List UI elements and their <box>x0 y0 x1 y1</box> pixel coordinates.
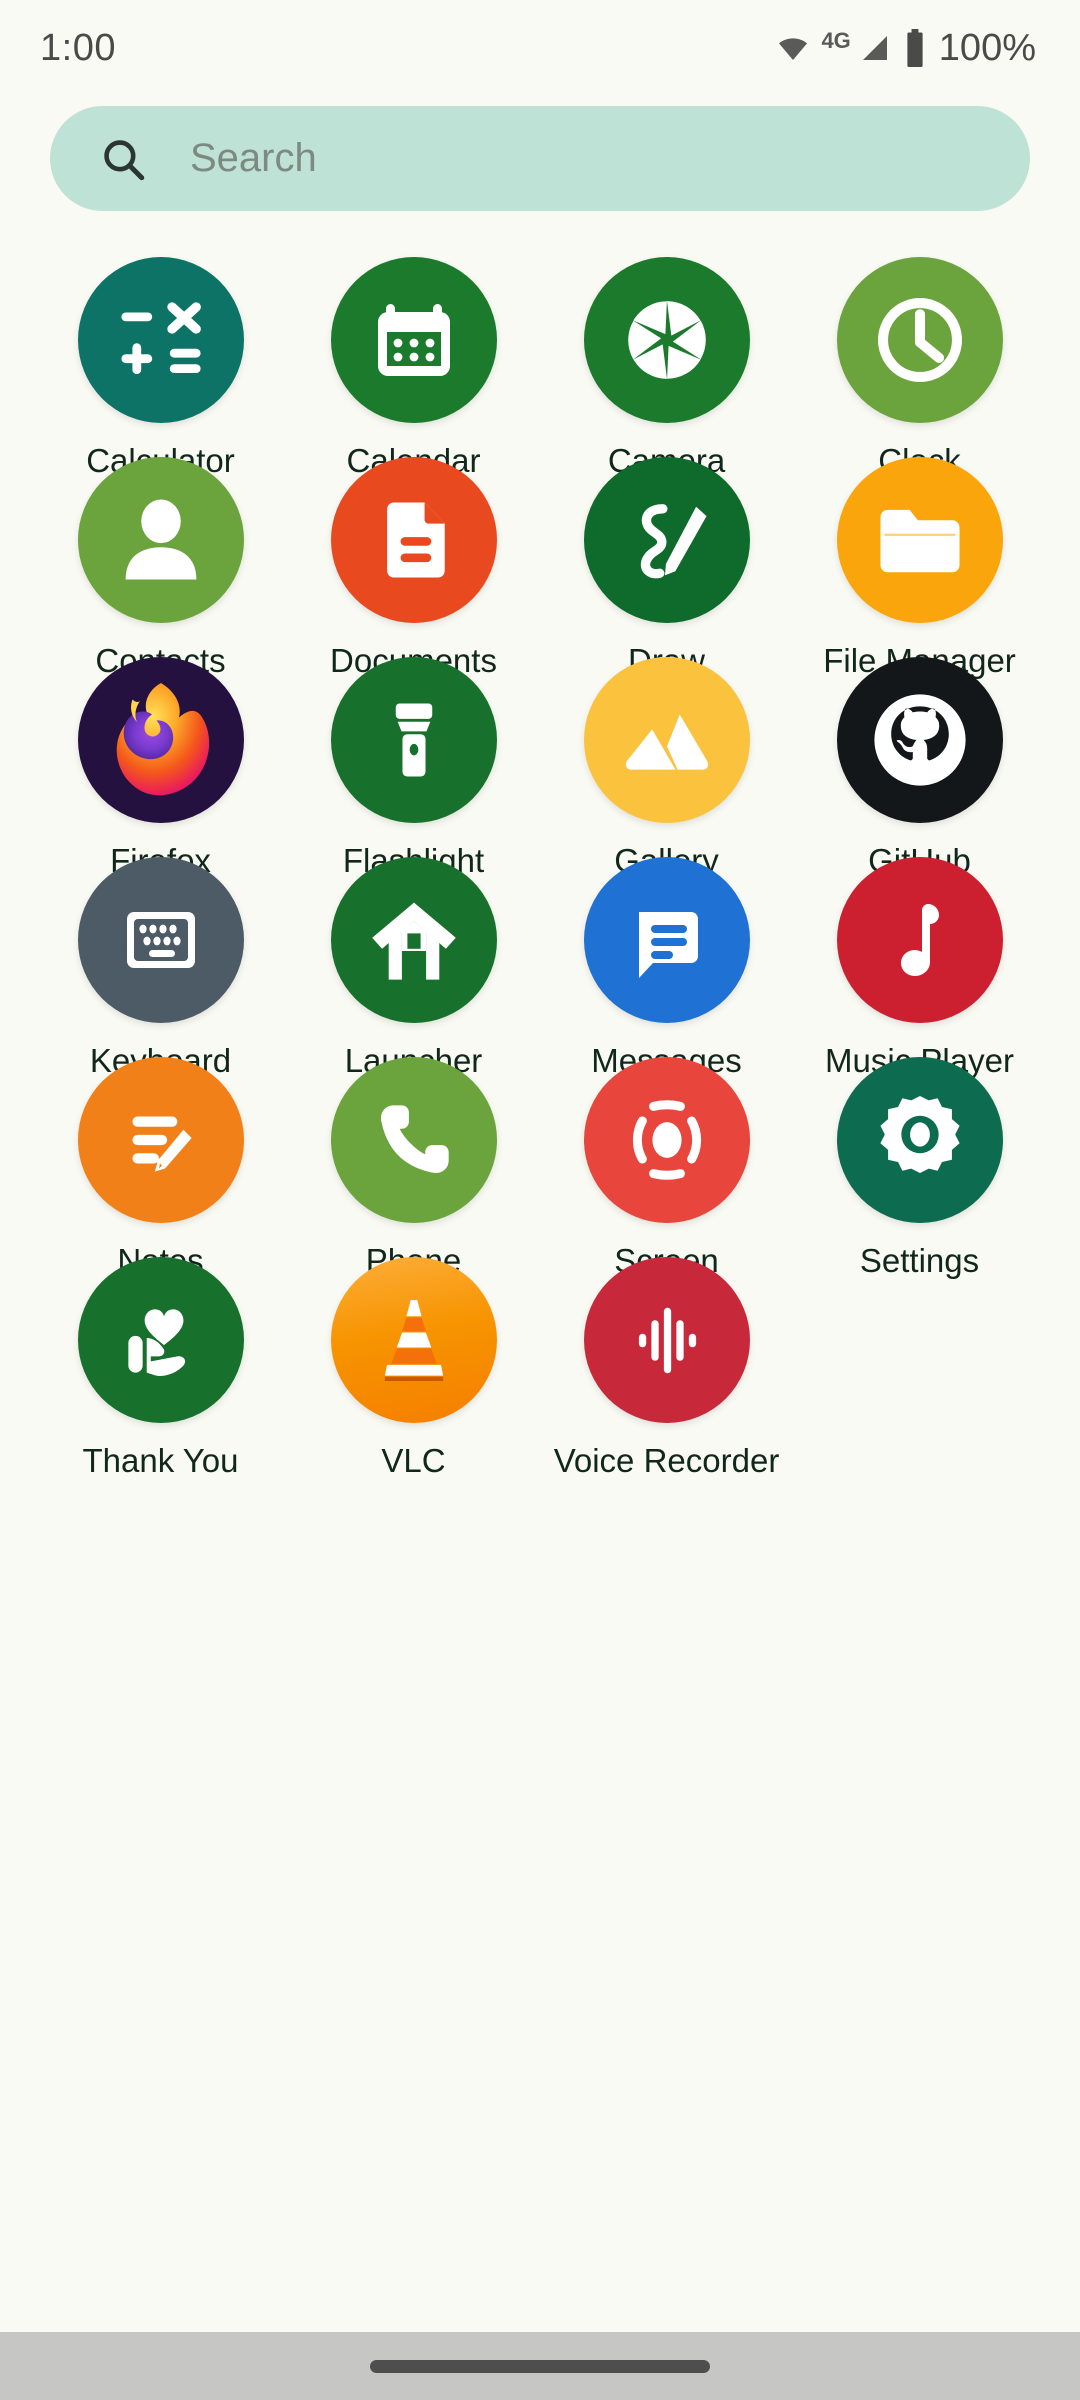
hand-heart-icon <box>77 1257 244 1423</box>
battery-percent-label: 100% <box>938 26 1036 69</box>
keyboard-icon <box>77 857 244 1023</box>
app-tile-keyboard[interactable]: Keyboard <box>34 857 287 1079</box>
record-target-icon <box>583 1057 750 1223</box>
system-navigation-bar <box>0 2332 1080 2400</box>
chat-bubble-icon <box>583 857 750 1023</box>
app-tile-notes[interactable]: Notes <box>34 1057 287 1279</box>
search-placeholder: Search <box>190 136 317 180</box>
app-label: Settings <box>859 1242 980 1279</box>
pencil-draw-icon <box>583 457 750 623</box>
network-type-label: 4G <box>821 28 851 53</box>
search-icon <box>98 134 148 184</box>
github-octocat-icon <box>836 657 1003 823</box>
app-tile-clock[interactable]: Clock <box>793 257 1046 479</box>
app-tile-music-player[interactable]: Music Player <box>793 857 1046 1079</box>
calendar-icon <box>330 257 497 423</box>
document-icon <box>330 457 497 623</box>
app-tile-messages[interactable]: Messages <box>540 857 793 1079</box>
clock-icon <box>836 257 1003 423</box>
mountains-icon <box>583 657 750 823</box>
status-bar: 1:00 4G 100% <box>0 0 1080 96</box>
app-tile-thank-you[interactable]: Thank You <box>34 1257 287 1479</box>
camera-aperture-icon <box>583 257 750 423</box>
app-tile-gallery[interactable]: Gallery <box>540 657 793 879</box>
status-indicators: 4G 100% <box>773 27 1036 70</box>
app-tile-screen-recorder[interactable]: Screen Recorder <box>540 1057 793 1320</box>
app-tile-settings[interactable]: Settings <box>793 1057 1046 1279</box>
notes-pencil-icon <box>77 1057 244 1223</box>
status-clock: 1:00 <box>40 26 116 69</box>
traffic-cone-icon <box>330 1257 497 1423</box>
home-gesture-handle[interactable] <box>370 2359 710 2373</box>
app-tile-calendar[interactable]: Calendar <box>287 257 540 479</box>
app-tile-draw[interactable]: Draw <box>540 457 793 679</box>
app-tile-contacts[interactable]: Contacts <box>34 457 287 679</box>
app-label: Thank You <box>82 1442 239 1479</box>
signal-icon <box>857 32 893 64</box>
calculator-icon <box>77 257 244 423</box>
app-tile-camera[interactable]: Camera <box>540 257 793 479</box>
flashlight-icon <box>330 657 497 823</box>
app-label: VLC <box>381 1442 446 1479</box>
app-tile-launcher-settings[interactable]: Launcher Settings <box>287 857 540 1120</box>
phone-handset-icon <box>330 1057 497 1223</box>
app-tile-flashlight[interactable]: Flashlight <box>287 657 540 879</box>
app-tile-firefox[interactable]: Firefox <box>34 657 287 879</box>
battery-icon <box>903 29 927 67</box>
app-label: Voice Recorder <box>553 1442 780 1479</box>
waveform-icon <box>583 1257 750 1423</box>
gear-icon <box>836 1057 1003 1223</box>
home-house-icon <box>330 857 497 1023</box>
wifi-icon <box>773 32 813 64</box>
app-tile-file-manager[interactable]: File Manager <box>793 457 1046 679</box>
app-drawer-screen: 1:00 4G 100% Search File Manager Music P… <box>0 0 1080 2400</box>
app-tile-vlc[interactable]: VLC <box>287 1257 540 1479</box>
person-icon <box>77 457 244 623</box>
app-grid: Calculator Calendar <box>0 211 1080 2400</box>
app-tile-calculator[interactable]: Calculator <box>34 257 287 479</box>
firefox-icon <box>77 657 244 823</box>
app-tile-phone[interactable]: Phone <box>287 1057 540 1279</box>
app-tile-github[interactable]: GitHub <box>793 657 1046 879</box>
music-note-icon <box>836 857 1003 1023</box>
folder-icon <box>836 457 1003 623</box>
search-bar-container: Search <box>0 96 1080 211</box>
app-tile-documents[interactable]: Documents <box>287 457 540 679</box>
search-input[interactable]: Search <box>50 106 1030 211</box>
app-tile-voice-recorder[interactable]: Voice Recorder <box>540 1257 793 1479</box>
